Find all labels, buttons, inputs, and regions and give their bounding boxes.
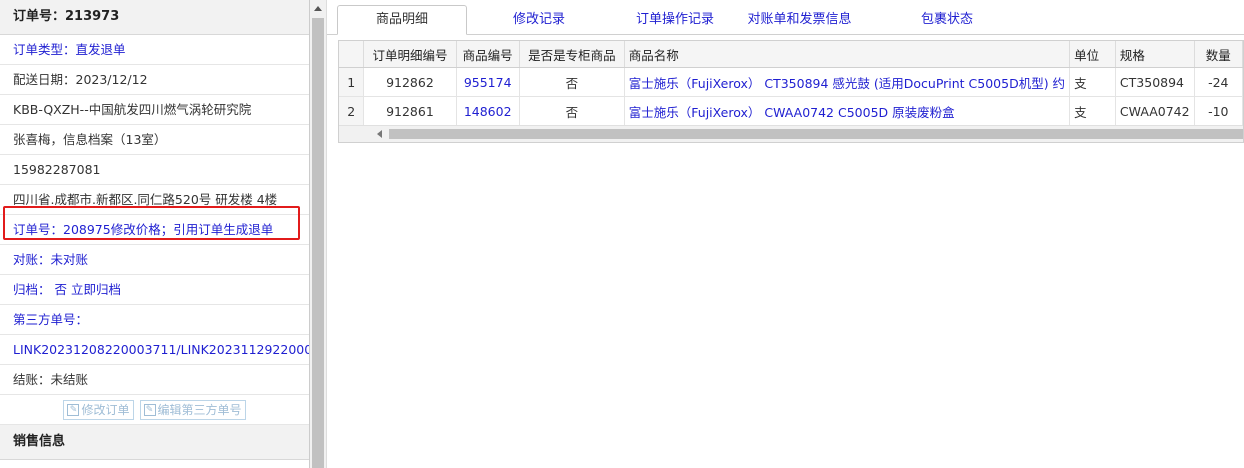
table-row[interactable]: 2 912861 148602 否富士施乐（FujiXerox） CWAA0742 C…: [339, 96, 1243, 126]
edit-icon: ✎: [143, 403, 156, 416]
cell-detail: 912861: [363, 96, 457, 126]
detail-panel: 商品明细 修改记录 订单操作记录 对账单和发票信息 包裹状态 订单明细编号 商品…: [327, 0, 1244, 468]
order-info-row: 结账：未结账: [0, 365, 309, 395]
cell-counter: 否: [519, 96, 625, 126]
order-info-row: KBB-QXZH--中国航发四川燃气涡轮研究院: [0, 95, 309, 125]
order-info-row: 15982287081: [0, 155, 309, 185]
cell-code[interactable]: 148602: [456, 96, 520, 126]
order-info-row[interactable]: 订单号：208975修改价格；引用订单生成退单: [0, 215, 309, 245]
edit-order-button[interactable]: ✎ 修改订单: [63, 399, 134, 420]
cell-detail: 912862: [363, 67, 457, 97]
tab-package-status[interactable]: 包裹状态: [897, 6, 997, 33]
tab-product-detail[interactable]: 商品明细: [337, 5, 467, 35]
column-header[interactable]: 数量: [1194, 41, 1243, 68]
table-row[interactable]: 1 912862 955174 否富士施乐（FujiXerox） CT350894 感…: [339, 67, 1243, 97]
tab-operation-record[interactable]: 订单操作记录: [615, 6, 735, 33]
left-scrollbar[interactable]: [310, 0, 327, 468]
column-header[interactable]: 规格: [1115, 41, 1195, 68]
cell-code[interactable]: 955174: [456, 67, 520, 97]
scroll-up-icon[interactable]: [314, 6, 322, 11]
order-info-row[interactable]: LINK20231208220003711/LINK20231129220003…: [0, 335, 309, 365]
cell-unit: 支: [1069, 96, 1116, 126]
order-info-row: 张喜梅，信息档案（13室）: [0, 125, 309, 155]
order-number-header: 订单号：213973: [0, 0, 309, 35]
cell-unit: 支: [1069, 67, 1116, 97]
column-header[interactable]: 商品编号: [456, 41, 520, 68]
order-info-row: 四川省.成都市.新都区.同仁路520号 研发楼 4楼: [0, 185, 309, 215]
cell-no: 2: [339, 96, 365, 126]
order-info-row: 配送日期：2023/12/12: [0, 65, 309, 95]
column-header[interactable]: 是否是专柜商品: [519, 41, 625, 68]
row-number-header: [339, 41, 365, 68]
cell-qty: -10: [1194, 96, 1243, 126]
edit-third-party-button[interactable]: ✎ 编辑第三方单号: [139, 399, 246, 420]
order-info-row[interactable]: 第三方单号：: [0, 305, 309, 335]
column-header[interactable]: 订单明细编号: [363, 41, 457, 68]
product-grid: 订单明细编号 商品编号 是否是专柜商品 商品名称 单位 规格 数量 1 91286…: [338, 40, 1244, 143]
order-info-row[interactable]: 订单类型：直发退单: [0, 35, 309, 65]
cell-spec: CWAA0742: [1115, 96, 1195, 126]
cell-name[interactable]: 富士施乐（FujiXerox） CWAA0742 C5005D 原装废粉盒: [624, 96, 1071, 126]
tab-bar: 商品明细 修改记录 订单操作记录 对账单和发票信息 包裹状态: [327, 0, 1244, 35]
scroll-left-icon[interactable]: [377, 130, 382, 138]
column-header[interactable]: 单位: [1069, 41, 1116, 68]
horizontal-scrollbar[interactable]: [339, 125, 1243, 142]
sales-info-header: 销售信息: [0, 425, 309, 460]
amount-row: 金额：-85110.0000: [0, 460, 309, 468]
product-table: 订单明细编号 商品编号 是否是专柜商品 商品名称 单位 规格 数量 1 91286…: [339, 41, 1243, 126]
scroll-thumb[interactable]: [389, 129, 1243, 139]
tab-modify-record[interactable]: 修改记录: [479, 6, 599, 33]
table-header: 订单明细编号 商品编号 是否是专柜商品 商品名称 单位 规格 数量: [339, 41, 1243, 68]
cell-no: 1: [339, 67, 365, 97]
column-header[interactable]: 商品名称: [624, 41, 1071, 68]
cell-spec: CT350894: [1115, 67, 1195, 97]
order-info-panel: 订单号：213973 订单类型：直发退单 配送日期：2023/12/12 KBB-Q…: [0, 0, 310, 468]
edit-icon: ✎: [67, 403, 80, 416]
order-info-row[interactable]: 对账：未对账: [0, 245, 309, 275]
order-action-buttons: ✎ 修改订单 ✎ 编辑第三方单号: [0, 395, 309, 425]
scroll-thumb[interactable]: [312, 18, 324, 468]
cell-counter: 否: [519, 67, 625, 97]
order-info-row[interactable]: 归档： 否 立即归档: [0, 275, 309, 305]
tab-statement-invoice[interactable]: 对账单和发票信息: [732, 6, 867, 33]
cell-name[interactable]: 富士施乐（FujiXerox） CT350894 感光鼓 (适用DocuPrin…: [624, 67, 1071, 97]
cell-qty: -24: [1194, 67, 1243, 97]
